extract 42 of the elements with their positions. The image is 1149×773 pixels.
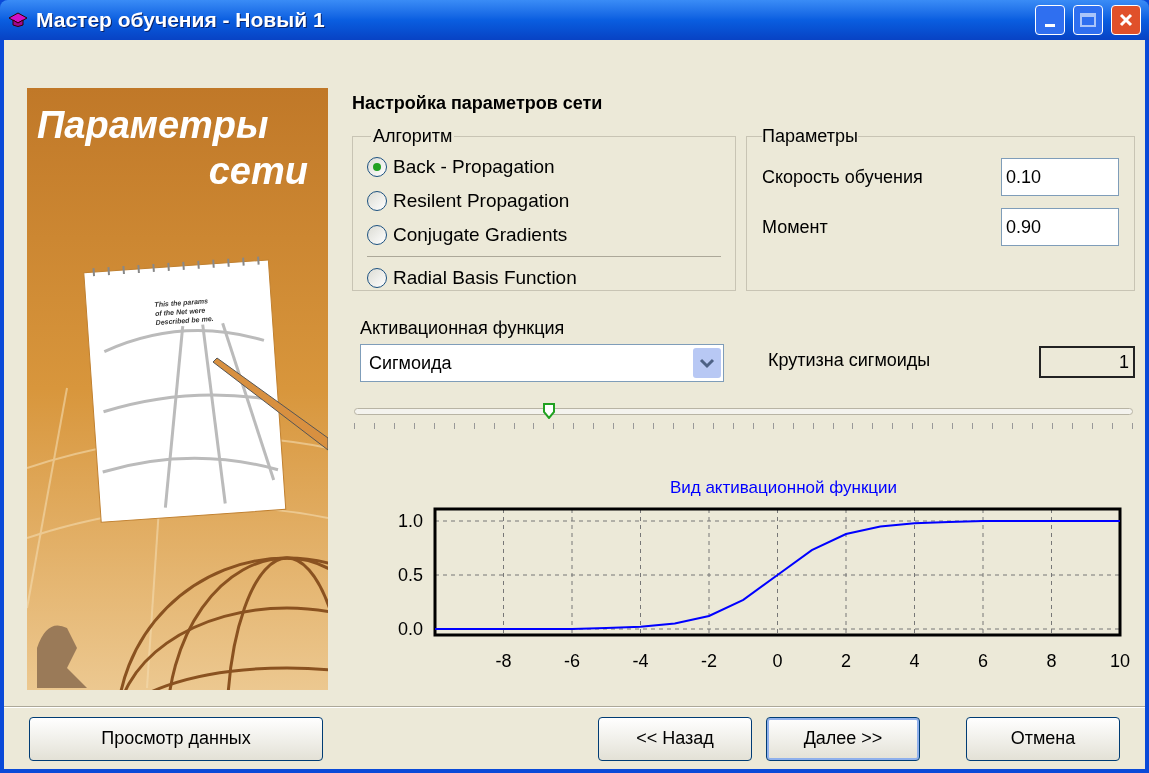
- x-tick-label: 2: [841, 650, 851, 671]
- radio-option[interactable]: Radial Basis Function: [367, 261, 721, 295]
- radio-option[interactable]: Back - Propagation: [367, 150, 721, 184]
- radio-option[interactable]: Resilent Propagation: [367, 184, 721, 218]
- group-label: Параметры: [762, 125, 858, 148]
- minimize-button[interactable]: [1035, 5, 1065, 35]
- chart-title: Вид активационной функции: [668, 477, 899, 499]
- activation-dropdown[interactable]: Сигмоида: [360, 344, 724, 382]
- close-button[interactable]: [1111, 5, 1141, 35]
- x-tick-label: 10: [1110, 650, 1130, 671]
- window-title: Мастер обучения - Новый 1: [36, 7, 326, 34]
- x-tick-label: 0: [772, 650, 783, 671]
- group-label: Алгоритм: [372, 125, 454, 148]
- x-tick-label: -6: [564, 650, 580, 671]
- y-tick-label: 1.0: [397, 510, 423, 531]
- y-tick-label: 0.5: [397, 564, 423, 585]
- section-heading: Настройка параметров сети: [352, 92, 604, 115]
- push-button[interactable]: Далее >>: [766, 716, 920, 761]
- input-field[interactable]: 0.90: [1001, 208, 1119, 246]
- banner-title: Параметры: [37, 103, 269, 148]
- slider-thumb[interactable]: [543, 403, 556, 419]
- x-tick-label: 6: [978, 650, 988, 671]
- x-tick-label: 4: [909, 650, 920, 671]
- field-label: Скорость обучения: [762, 165, 924, 189]
- close-icon: [1118, 12, 1134, 28]
- x-tick-label: 8: [1046, 650, 1057, 671]
- input-field[interactable]: 0.10: [1001, 158, 1119, 196]
- radio-option[interactable]: Conjugate Gradients: [367, 218, 721, 252]
- x-tick-label: -8: [495, 650, 512, 671]
- maximize-button[interactable]: [1073, 5, 1103, 35]
- x-tick-label: -2: [701, 650, 717, 671]
- x-tick-label: -4: [632, 650, 649, 671]
- banner-title: сети: [208, 149, 308, 194]
- field-label: Момент: [762, 215, 829, 239]
- y-tick-label: 0.0: [397, 618, 423, 639]
- graduation-cap-icon: [8, 11, 28, 29]
- push-button[interactable]: << Назад: [598, 716, 752, 761]
- steepness-field[interactable]: 1: [1039, 346, 1135, 378]
- field-label: Крутизна сигмоиды: [768, 349, 931, 372]
- field-label: Активационная функция: [360, 317, 566, 340]
- push-button[interactable]: Просмотр данных: [29, 716, 323, 761]
- push-button[interactable]: Отмена: [966, 716, 1120, 761]
